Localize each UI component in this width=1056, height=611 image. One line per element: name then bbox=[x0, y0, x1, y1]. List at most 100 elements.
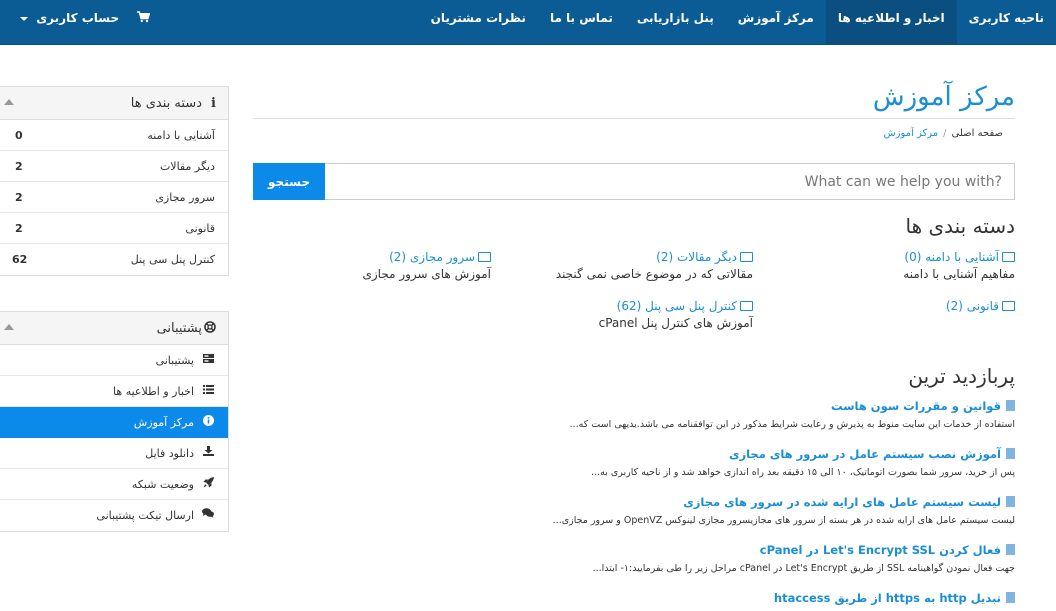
sidebar-category-count: 2 bbox=[15, 191, 23, 204]
file-icon bbox=[1006, 400, 1015, 411]
article-description: لیست سیستم عامل های ارایه شده در هر بسته… bbox=[552, 515, 1015, 526]
life-ring-icon bbox=[204, 321, 216, 337]
categories-panel-title: دسته بندی ها bbox=[130, 96, 202, 111]
sidebar-item-open-ticket[interactable]: ارسال تیکت پشتیبانی bbox=[0, 500, 228, 531]
sidebar-item-downloads[interactable]: دانلود فایل bbox=[0, 438, 228, 469]
sidebar-item-label: مرکز آموزش bbox=[133, 416, 194, 429]
category-link-label: سرور مجازی (2) bbox=[389, 250, 475, 264]
account-label: حساب کاربری bbox=[36, 11, 120, 25]
info-icon: i bbox=[211, 96, 216, 111]
category-link[interactable]: قانونی (2) bbox=[946, 299, 1015, 313]
article-description: جهت فعال نمودن گواهینامه SSL از طریق Let… bbox=[592, 563, 1015, 574]
sidebar-category-label: آشنایی با دامنه bbox=[147, 129, 215, 142]
category-link-label: کنترل پنل سی پنل (62) bbox=[616, 299, 737, 313]
sidebar-support: پشتیبانی پشتیبانی اخبار و اطلاعیه ها مرک… bbox=[0, 311, 229, 532]
shopping-cart-icon[interactable] bbox=[127, 0, 160, 45]
category-description: مقالاتی که در موضوع خاصی نمی گنجند bbox=[555, 267, 753, 281]
file-icon bbox=[1006, 496, 1015, 507]
sidebar-category-count: 0 bbox=[15, 129, 23, 142]
category-item: سرور مجازی (2) آموزش های سرور مجازی bbox=[362, 250, 491, 281]
category-link-label: آشنایی با دامنه (0) bbox=[904, 250, 999, 264]
list-icon bbox=[201, 384, 215, 397]
sidebar-item-label: وضعیت شبکه bbox=[131, 478, 194, 491]
sidebar-category-item[interactable]: سرور مجازی 2 bbox=[0, 182, 228, 213]
article-title: تبدیل http به https از طریق htaccess bbox=[773, 591, 1001, 605]
category-link-label: دیگر مقالات (2) bbox=[656, 250, 737, 264]
nav-contact[interactable]: تماس با ما bbox=[538, 0, 625, 45]
category-link[interactable]: دیگر مقالات (2) bbox=[556, 250, 753, 264]
sidebar-item-knowledgebase[interactable]: مرکز آموزش bbox=[0, 407, 228, 438]
sidebar-item-label: ارسال تیکت پشتیبانی bbox=[96, 509, 194, 522]
category-link[interactable]: کنترل پنل سی پنل (62) bbox=[599, 299, 753, 313]
folder-open-icon bbox=[1002, 252, 1015, 262]
breadcrumb-current[interactable]: مرکز آموزش bbox=[883, 128, 938, 139]
sidebar-category-item[interactable]: آشنایی با دامنه 0 bbox=[0, 120, 228, 151]
categories-panel: دسته بندی ها i آشنایی با دامنه 0 دیگر مق… bbox=[0, 86, 229, 276]
article-link[interactable]: آموزش نصب سیستم عامل در سرور های مجازی bbox=[253, 447, 1015, 461]
popular-heading: پربازدید ترین bbox=[908, 364, 1015, 388]
category-item: آشنایی با دامنه (0) مفاهیم آشنایی با دام… bbox=[903, 250, 1015, 281]
categories-panel-header[interactable]: دسته بندی ها i bbox=[0, 87, 228, 120]
article-description: پس از خرید، سرور شما بصورت اتوماتیک، ۱۰ … bbox=[591, 467, 1015, 478]
nav-announcements[interactable]: اخبار و اطلاعیه ها bbox=[825, 0, 957, 45]
sidebar-category-count: 2 bbox=[15, 222, 23, 235]
search-input[interactable] bbox=[326, 164, 1014, 199]
nav-affiliates[interactable]: پنل بازاریابی bbox=[625, 0, 726, 45]
folder-open-icon bbox=[740, 301, 753, 311]
category-description: آموزش های سرور مجازی bbox=[362, 267, 491, 281]
article-title: قوانین و مقررات سون هاست bbox=[831, 399, 1001, 413]
breadcrumb-home[interactable]: صفحه اصلی bbox=[952, 128, 1003, 139]
category-item: قانونی (2) bbox=[946, 299, 1015, 316]
breadcrumb: صفحه اصلی / مرکز آموزش bbox=[883, 128, 1003, 139]
sidebar-categories: دسته بندی ها i آشنایی با دامنه 0 دیگر مق… bbox=[0, 86, 229, 276]
category-link[interactable]: آشنایی با دامنه (0) bbox=[903, 250, 1015, 264]
download-icon bbox=[201, 446, 215, 459]
article-link[interactable]: فعال کردن Let's Encrypt SSL در cPanel bbox=[253, 543, 1015, 557]
article-item: تبدیل http به https از طریق htaccess bbox=[253, 591, 1015, 605]
folder-open-icon bbox=[478, 252, 491, 262]
article-link[interactable]: لیست سیستم عامل های ارایه شده در سرور ها… bbox=[253, 495, 1015, 509]
sidebar-category-count: 2 bbox=[15, 160, 23, 173]
server-icon bbox=[201, 353, 215, 366]
article-title: فعال کردن Let's Encrypt SSL در cPanel bbox=[759, 543, 1001, 557]
article-item: آموزش نصب سیستم عامل در سرور های مجازی پ… bbox=[253, 447, 1015, 478]
rocket-icon bbox=[201, 477, 215, 491]
support-panel-header[interactable]: پشتیبانی bbox=[0, 312, 228, 345]
sidebar-category-label: قانونی bbox=[185, 222, 215, 235]
sidebar-item-label: اخبار و اطلاعیه ها bbox=[113, 385, 194, 398]
chevron-up-icon[interactable] bbox=[4, 99, 14, 105]
support-panel-title: پشتیبانی bbox=[156, 321, 202, 336]
sidebar-item-announcements[interactable]: اخبار و اطلاعیه ها bbox=[0, 376, 228, 407]
comments-icon bbox=[201, 508, 215, 521]
article-description: استفاده از خدمات این سایت منوط به پذیرش … bbox=[569, 419, 1015, 430]
file-icon bbox=[1006, 448, 1015, 459]
file-icon bbox=[1006, 592, 1015, 603]
sidebar-item-support[interactable]: پشتیبانی bbox=[0, 345, 228, 376]
chevron-up-icon[interactable] bbox=[4, 324, 14, 330]
category-item: دیگر مقالات (2) مقالاتی که در موضوع خاصی… bbox=[556, 250, 753, 281]
nav-knowledgebase[interactable]: مرکز آموزش bbox=[726, 0, 826, 45]
sidebar-category-item[interactable]: کنترل پنل سی پنل 62 bbox=[0, 244, 228, 275]
sidebar-category-count: 62 bbox=[12, 253, 28, 266]
nav-client-area[interactable]: ناحیه کاربری bbox=[957, 0, 1056, 45]
nav-testimonials[interactable]: نظرات مشتریان bbox=[419, 0, 538, 45]
sidebar-category-label: سرور مجازی bbox=[155, 191, 215, 204]
search-button[interactable]: جستجو bbox=[253, 163, 325, 200]
sidebar-category-label: دیگر مقالات bbox=[159, 160, 215, 173]
breadcrumb-separator: / bbox=[943, 128, 947, 139]
category-link-label: قانونی (2) bbox=[945, 299, 999, 313]
account-menu[interactable]: حساب کاربری bbox=[0, 0, 127, 45]
category-link[interactable]: سرور مجازی (2) bbox=[362, 250, 491, 264]
article-item: لیست سیستم عامل های ارایه شده در سرور ها… bbox=[253, 495, 1015, 526]
article-title: آموزش نصب سیستم عامل در سرور های مجازی bbox=[728, 447, 1001, 461]
article-link[interactable]: قوانین و مقررات سون هاست bbox=[253, 399, 1015, 413]
main-nav: ناحیه کاربری اخبار و اطلاعیه ها مرکز آمو… bbox=[419, 0, 1056, 45]
sidebar-category-item[interactable]: دیگر مقالات 2 bbox=[0, 151, 228, 182]
article-link[interactable]: تبدیل http به https از طریق htaccess bbox=[253, 591, 1015, 605]
sidebar-category-item[interactable]: قانونی 2 bbox=[0, 213, 228, 244]
sidebar-item-network-status[interactable]: وضعیت شبکه bbox=[0, 469, 228, 500]
categories-heading: دسته بندی ها bbox=[905, 214, 1015, 238]
sidebar-category-label: کنترل پنل سی پنل bbox=[130, 253, 215, 266]
account-nav: حساب کاربری bbox=[0, 0, 160, 45]
article-title: لیست سیستم عامل های ارایه شده در سرور ها… bbox=[683, 495, 1001, 509]
